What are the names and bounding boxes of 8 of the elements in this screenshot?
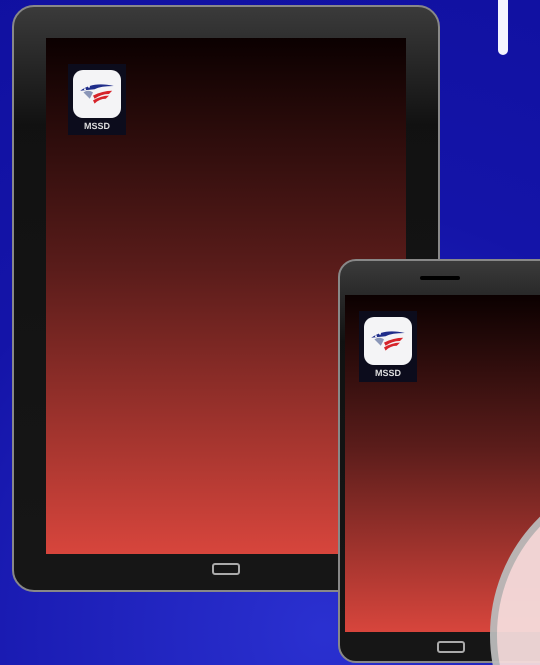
- app-icon-tile[interactable]: MSSD: [359, 311, 417, 382]
- home-button[interactable]: [212, 563, 240, 575]
- app-label: MSSD: [374, 368, 401, 378]
- home-button[interactable]: [436, 641, 464, 653]
- app-icon-tile[interactable]: MSSD: [68, 64, 126, 135]
- app-label: MSSD: [84, 121, 110, 131]
- bar-shape: [498, 0, 508, 55]
- speaker-slot: [420, 276, 460, 280]
